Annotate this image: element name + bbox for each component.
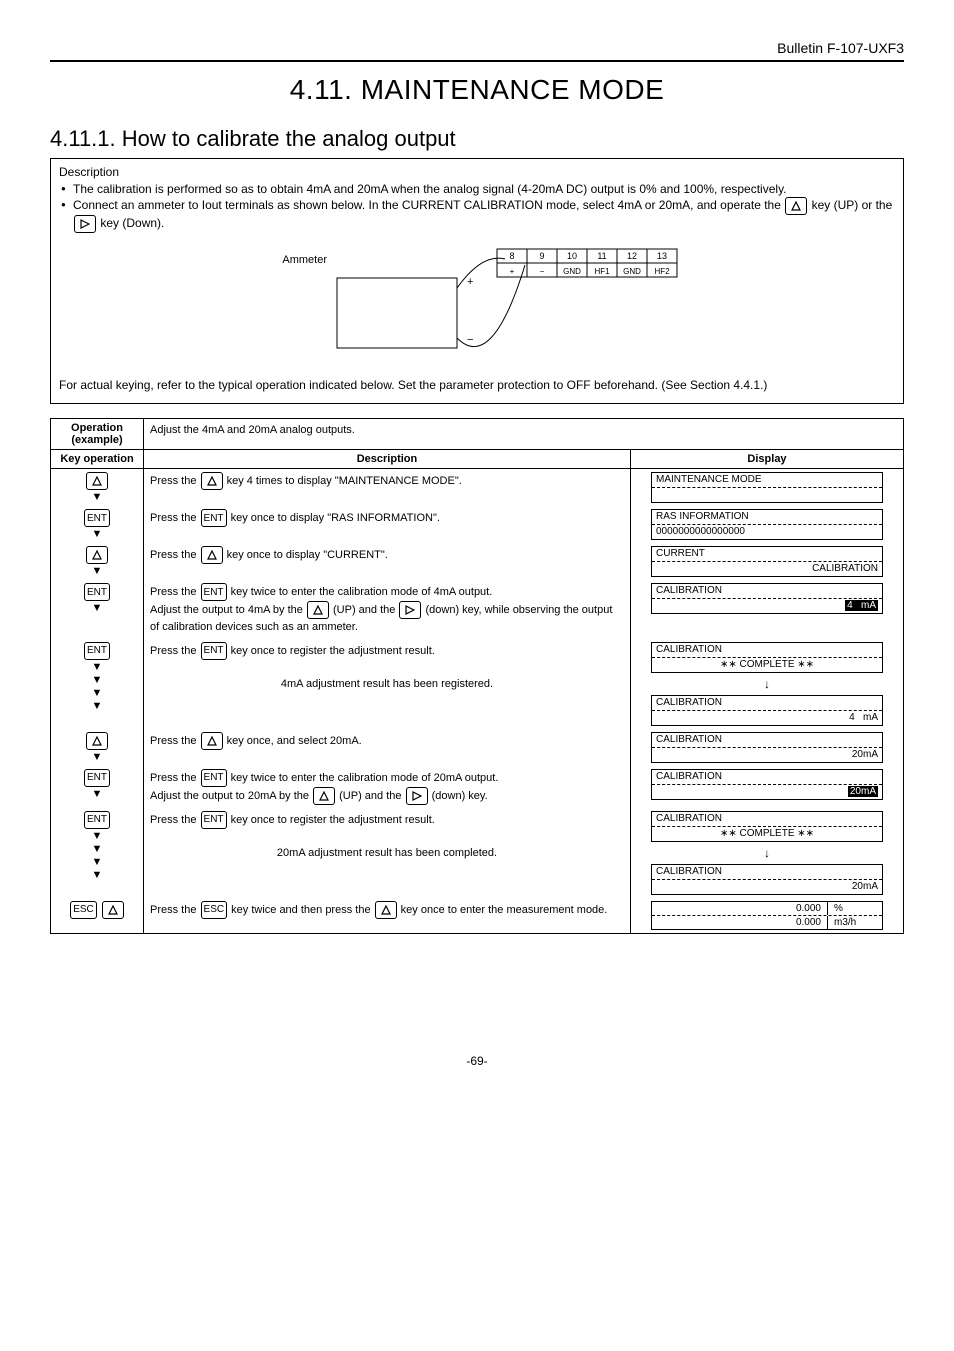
lcd-select-20: CALIBRATION 20mA xyxy=(651,732,883,763)
svg-text:9: 9 xyxy=(539,251,544,261)
lcd-cal-4ma: CALIBRATION 4 mA xyxy=(651,583,883,614)
ent-key-icon: ENT xyxy=(201,769,227,787)
flow-arrow-icon: ↓ xyxy=(764,677,770,691)
step-1-desc: Press the key 4 times to display "MAINTE… xyxy=(144,469,631,507)
keying-note: For actual keying, refer to the typical … xyxy=(59,377,895,393)
lcd-cal-20: CALIBRATION 20mA xyxy=(651,769,883,800)
ent-key-icon: ENT xyxy=(84,811,110,829)
step-5-desc: Press the ENT key once to register the a… xyxy=(144,639,631,729)
ent-key-icon: ENT xyxy=(84,509,110,527)
header-rule xyxy=(50,60,904,62)
col-disp: Display xyxy=(631,450,904,469)
flow-arrow-icon: ▼ xyxy=(92,492,103,503)
svg-text:−: − xyxy=(540,267,545,276)
flow-arrow-icon: ↓ xyxy=(764,846,770,860)
right-key-icon xyxy=(399,601,421,619)
bullet-2-text-c: key (Down). xyxy=(100,216,164,230)
svg-text:11: 11 xyxy=(597,251,606,261)
esc-key-icon: ESC xyxy=(70,901,97,919)
svg-text:−: − xyxy=(467,334,473,346)
bullet-2: Connect an ammeter to Iout terminals as … xyxy=(59,197,895,233)
svg-text:HF2: HF2 xyxy=(654,267,670,276)
esc-key-icon: ESC xyxy=(201,901,228,919)
svg-text:13: 13 xyxy=(657,251,667,261)
op-value: Adjust the 4mA and 20mA analog outputs. xyxy=(144,419,904,450)
page-title: 4.11. MAINTENANCE MODE xyxy=(50,74,904,106)
step-9-desc: Press the ESC key twice and then press t… xyxy=(144,898,631,934)
ent-key-icon: ENT xyxy=(201,509,227,527)
ent-key-icon: ENT xyxy=(84,583,110,601)
lcd-maintenance: MAINTENANCE MODE xyxy=(651,472,883,503)
description-box: Description The calibration is performed… xyxy=(50,158,904,404)
step-2-desc: Press the ENT key once to display "RAS I… xyxy=(144,506,631,543)
svg-text:12: 12 xyxy=(627,251,637,261)
page-number: -69- xyxy=(50,1054,904,1068)
up-key-icon xyxy=(86,546,108,564)
right-key-icon xyxy=(406,787,428,805)
right-key-icon xyxy=(74,215,96,233)
up-key-icon xyxy=(86,732,108,750)
ent-key-icon: ENT xyxy=(84,769,110,787)
procedure-table: Operation (example) Adjust the 4mA and 2… xyxy=(50,418,904,934)
lcd-ras: RAS INFORMATION 0000000000000000 xyxy=(651,509,883,540)
step-3-desc: Press the key once to display "CURRENT". xyxy=(144,543,631,580)
ammeter-diagram: Ammeter + − 8 +9 − 10 GND 11 HF1 12 GND 13 HF2 xyxy=(59,243,895,363)
step-7-desc: Press the ENT key twice to enter the cal… xyxy=(144,766,631,808)
up-key-icon xyxy=(201,472,223,490)
description-label: Description xyxy=(59,165,895,179)
up-key-icon xyxy=(102,901,124,919)
bulletin-id: Bulletin F-107-UXF3 xyxy=(50,40,904,56)
ent-key-icon: ENT xyxy=(201,583,227,601)
svg-text:GND: GND xyxy=(623,267,641,276)
step-8-desc: Press the ENT key once to register the a… xyxy=(144,808,631,898)
svg-text:8: 8 xyxy=(509,251,514,261)
step-6-desc: Press the key once, and select 20mA. xyxy=(144,729,631,766)
svg-text:+: + xyxy=(467,276,473,288)
svg-text:+: + xyxy=(510,267,515,276)
lcd-complete-4: CALIBRATION ∗∗ COMPLETE ∗∗ xyxy=(651,642,883,673)
step-4-desc: Press the ENT key twice to enter the cal… xyxy=(144,580,631,639)
up-key-icon xyxy=(201,732,223,750)
up-key-icon xyxy=(375,901,397,919)
svg-text:Ammeter: Ammeter xyxy=(282,254,327,266)
ent-key-icon: ENT xyxy=(201,811,227,829)
col-desc: Description xyxy=(144,450,631,469)
svg-text:10: 10 xyxy=(567,251,577,261)
bullet-2-text-b: key (UP) or the xyxy=(812,198,893,212)
up-key-icon xyxy=(313,787,335,805)
ent-key-icon: ENT xyxy=(201,642,227,660)
lcd-measurement: 0.000% 0.000m3/h xyxy=(651,901,883,930)
up-key-icon xyxy=(307,601,329,619)
op-header: Operation (example) xyxy=(51,419,144,450)
up-key-icon xyxy=(785,197,807,215)
bullet-1: The calibration is performed so as to ob… xyxy=(59,181,895,197)
up-key-icon xyxy=(201,546,223,564)
col-key: Key operation xyxy=(51,450,144,469)
lcd-after-4: CALIBRATION 4 mA xyxy=(651,695,883,726)
bullet-2-text-a: Connect an ammeter to Iout terminals as … xyxy=(73,198,784,212)
ent-key-icon: ENT xyxy=(84,642,110,660)
svg-text:GND: GND xyxy=(563,267,581,276)
lcd-after-20: CALIBRATION 20mA xyxy=(651,864,883,895)
section-title: 4.11.1. How to calibrate the analog outp… xyxy=(50,126,904,152)
lcd-complete-20: CALIBRATION ∗∗ COMPLETE ∗∗ xyxy=(651,811,883,842)
svg-text:HF1: HF1 xyxy=(594,267,610,276)
up-key-icon xyxy=(86,472,108,490)
lcd-current: CURRENT CALIBRATION xyxy=(651,546,883,577)
